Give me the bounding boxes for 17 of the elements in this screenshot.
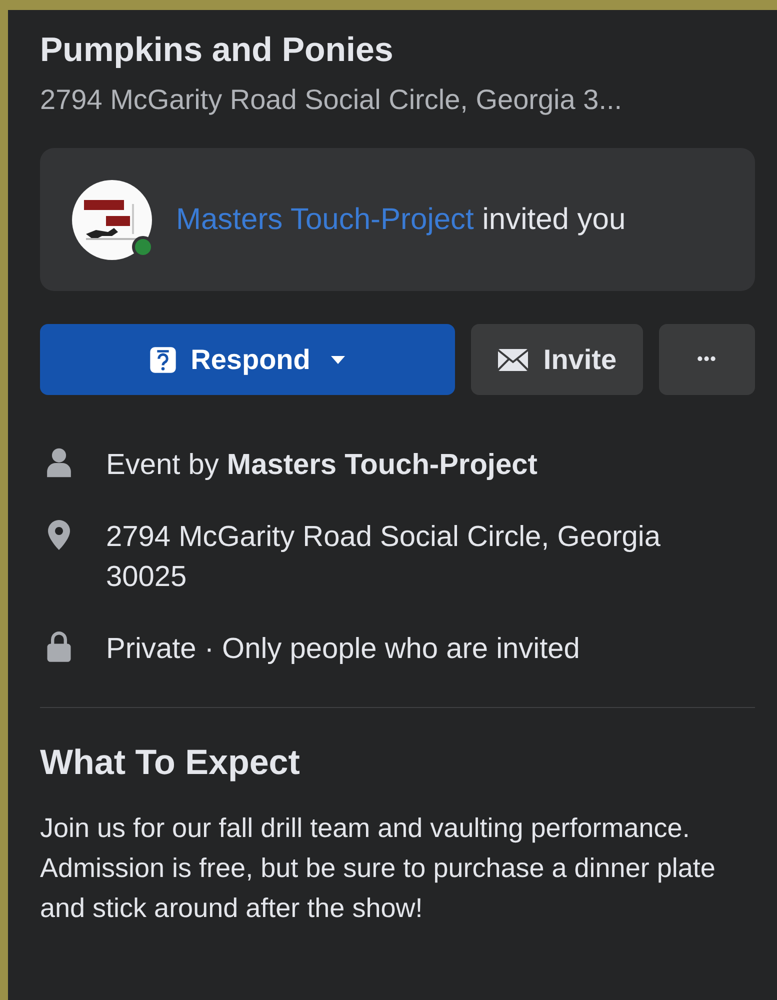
more-button[interactable]: ••• xyxy=(659,324,755,395)
detail-text: Private · Only people who are invited xyxy=(106,632,580,667)
location-pin-icon xyxy=(46,519,72,551)
event-title: Pumpkins and Ponies xyxy=(40,30,394,70)
description-text: Join us for our fall drill team and vaulting performance. Admission is free, but be sure to purchase a dinner plate and stick around after the show! xyxy=(40,812,716,925)
respond-button[interactable]: Respond xyxy=(40,324,455,395)
person-icon xyxy=(46,447,72,479)
detail-text: Event by Masters Touch-Project xyxy=(106,448,538,483)
invite-button[interactable]: Invite xyxy=(471,324,643,395)
invite-message: Masters Touch-Project invited you xyxy=(176,202,626,236)
event-address: 2794 McGarity Road Social Circle, Georgia 3... xyxy=(40,83,624,117)
envelope-icon xyxy=(497,348,530,372)
lock-icon xyxy=(46,631,72,663)
section-heading: What To Expect xyxy=(40,742,301,784)
question-icon xyxy=(148,346,177,374)
caret-icon xyxy=(330,354,346,364)
detail-text: 2794 McGarity Road Social Circle, Georgia 30025 xyxy=(106,520,662,595)
